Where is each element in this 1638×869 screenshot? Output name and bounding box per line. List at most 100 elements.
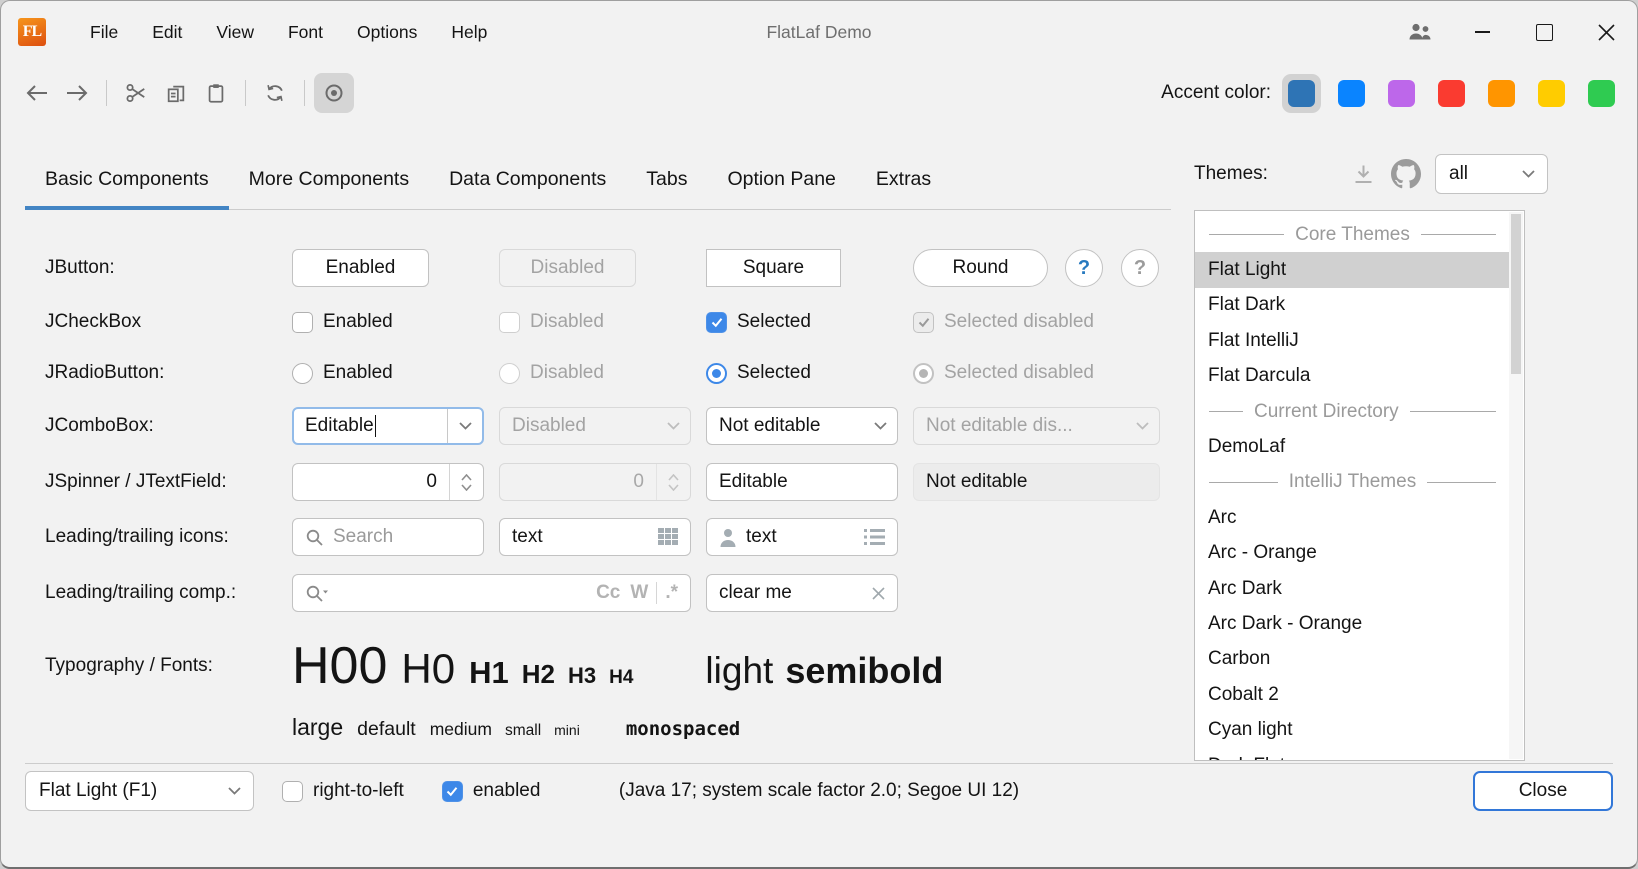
checkbox-box[interactable] xyxy=(292,312,313,333)
users-icon[interactable] xyxy=(1389,10,1451,54)
tab-basic-components[interactable]: Basic Components xyxy=(25,149,229,209)
textfield-value[interactable]: text xyxy=(512,526,543,548)
round-button[interactable]: Round xyxy=(913,249,1048,287)
typo-monospaced: monospaced xyxy=(626,718,740,740)
help-button-enabled[interactable]: ? xyxy=(1065,249,1103,287)
theme-list-item[interactable]: Cobalt 2 xyxy=(1195,677,1510,712)
theme-list-item[interactable]: Arc xyxy=(1195,500,1510,535)
close-window-button[interactable] xyxy=(1575,10,1637,54)
radio-selected[interactable]: Selected xyxy=(706,362,898,384)
accent-swatch-yellow[interactable] xyxy=(1532,74,1571,113)
search-input[interactable]: Search xyxy=(292,518,484,556)
theme-list-item[interactable]: Flat Dark xyxy=(1195,288,1510,323)
refresh-icon[interactable] xyxy=(255,73,295,113)
typo-h2: H2 xyxy=(522,659,555,690)
theme-filter-combobox[interactable]: all xyxy=(1435,154,1548,194)
menu-edit[interactable]: Edit xyxy=(135,16,199,49)
typo-h1: H1 xyxy=(469,655,509,691)
maximize-button[interactable] xyxy=(1513,10,1575,54)
theme-list-item[interactable]: DemoLaf xyxy=(1195,429,1510,464)
radio-label: Selected xyxy=(737,362,811,384)
search-with-options-input[interactable]: Cc W .* xyxy=(292,574,691,612)
scrollbar-thumb[interactable] xyxy=(1511,214,1521,374)
typo-default: default xyxy=(357,718,416,741)
show-hidden-toggle-icon[interactable] xyxy=(314,73,354,113)
theme-list-item[interactable]: Arc Dark xyxy=(1195,571,1510,606)
radio-circle[interactable] xyxy=(292,363,313,384)
enabled-checkbox[interactable]: enabled xyxy=(442,780,541,802)
tab-tabs[interactable]: Tabs xyxy=(626,149,707,209)
toolbar: Accent color: xyxy=(17,67,1621,119)
checkbox-selected[interactable]: Selected xyxy=(706,311,898,333)
theme-list-item[interactable]: Flat Light xyxy=(1195,252,1510,287)
tab-option-pane[interactable]: Option Pane xyxy=(707,149,855,209)
text-input-trailing-table[interactable]: text xyxy=(499,518,691,556)
menu-help[interactable]: Help xyxy=(434,16,504,49)
accent-swatch-purple[interactable] xyxy=(1382,74,1421,113)
checkbox-box[interactable] xyxy=(442,781,463,802)
theme-list-item[interactable]: Arc Dark - Orange xyxy=(1195,606,1510,641)
not-editable-combobox[interactable]: Not editable xyxy=(706,407,898,445)
editable-textfield[interactable]: Editable xyxy=(706,463,898,501)
spinner-value[interactable]: 0 xyxy=(293,471,449,493)
accent-swatch-red[interactable] xyxy=(1432,74,1471,113)
rtl-checkbox[interactable]: right-to-left xyxy=(282,780,404,802)
clear-icon[interactable] xyxy=(872,587,885,600)
laf-combobox[interactable]: Flat Light (F1) xyxy=(25,771,254,811)
accent-swatch-blue[interactable] xyxy=(1332,74,1371,113)
forward-icon[interactable] xyxy=(57,73,97,113)
accent-swatch-color xyxy=(1388,80,1415,107)
close-button[interactable]: Close xyxy=(1473,771,1613,811)
menu-file[interactable]: File xyxy=(73,16,135,49)
tab-extras[interactable]: Extras xyxy=(856,149,951,209)
tab-more-components[interactable]: More Components xyxy=(229,149,429,209)
chevron-down-icon[interactable] xyxy=(447,409,482,443)
spinner-buttons[interactable] xyxy=(449,464,483,500)
accent-swatch-color xyxy=(1588,80,1615,107)
combobox-value[interactable]: Editable xyxy=(305,415,374,437)
theme-list-item[interactable]: Cyan light xyxy=(1195,712,1510,747)
square-button[interactable]: Square xyxy=(706,249,841,287)
accent-swatch-green[interactable] xyxy=(1582,74,1621,113)
radio-enabled[interactable]: Enabled xyxy=(292,362,484,384)
match-case-button[interactable]: Cc xyxy=(596,582,620,604)
accent-swatch-default-blue[interactable] xyxy=(1282,74,1321,113)
theme-list-item[interactable]: Flat IntelliJ xyxy=(1195,323,1510,358)
back-icon[interactable] xyxy=(17,73,57,113)
tab-data-components[interactable]: Data Components xyxy=(429,149,626,209)
theme-group-separator: IntelliJ Themes xyxy=(1195,465,1510,500)
textfield-value[interactable]: clear me xyxy=(719,582,792,604)
theme-list-item[interactable]: Dark Flat xyxy=(1195,748,1510,761)
radio-circle[interactable] xyxy=(706,363,727,384)
enabled-button[interactable]: Enabled xyxy=(292,249,429,287)
textfield-value[interactable]: Editable xyxy=(719,471,788,493)
spinner-enabled[interactable]: 0 xyxy=(292,463,484,501)
chevron-down-icon[interactable] xyxy=(863,408,897,444)
textfield-value[interactable]: text xyxy=(746,526,777,548)
checkbox-box[interactable] xyxy=(282,781,303,802)
checkbox-label: enabled xyxy=(473,780,541,802)
theme-list-scrollbar[interactable] xyxy=(1509,212,1523,759)
checkbox-enabled[interactable]: Enabled xyxy=(292,311,484,333)
download-icon[interactable] xyxy=(1352,163,1375,185)
menu-options[interactable]: Options xyxy=(340,16,434,49)
cut-icon[interactable] xyxy=(116,73,156,113)
github-icon[interactable] xyxy=(1391,159,1421,189)
typo-medium: medium xyxy=(430,719,492,740)
paste-icon[interactable] xyxy=(196,73,236,113)
theme-list-item[interactable]: Flat Darcula xyxy=(1195,359,1510,394)
regex-button[interactable]: .* xyxy=(665,582,678,604)
copy-icon[interactable] xyxy=(156,73,196,113)
editable-combobox[interactable]: Editable xyxy=(292,407,484,445)
menu-font[interactable]: Font xyxy=(271,16,340,49)
minimize-button[interactable] xyxy=(1451,10,1513,54)
menu-view[interactable]: View xyxy=(199,16,271,49)
theme-list-item[interactable]: Carbon xyxy=(1195,642,1510,677)
clearable-input[interactable]: clear me xyxy=(706,574,898,612)
accent-swatch-orange[interactable] xyxy=(1482,74,1521,113)
text-input-leading-user[interactable]: text xyxy=(706,518,898,556)
checkbox-box[interactable] xyxy=(706,312,727,333)
theme-list-item[interactable]: Arc - Orange xyxy=(1195,536,1510,571)
whole-word-button[interactable]: W xyxy=(630,582,648,604)
accent-color-label: Accent color: xyxy=(1161,82,1271,104)
